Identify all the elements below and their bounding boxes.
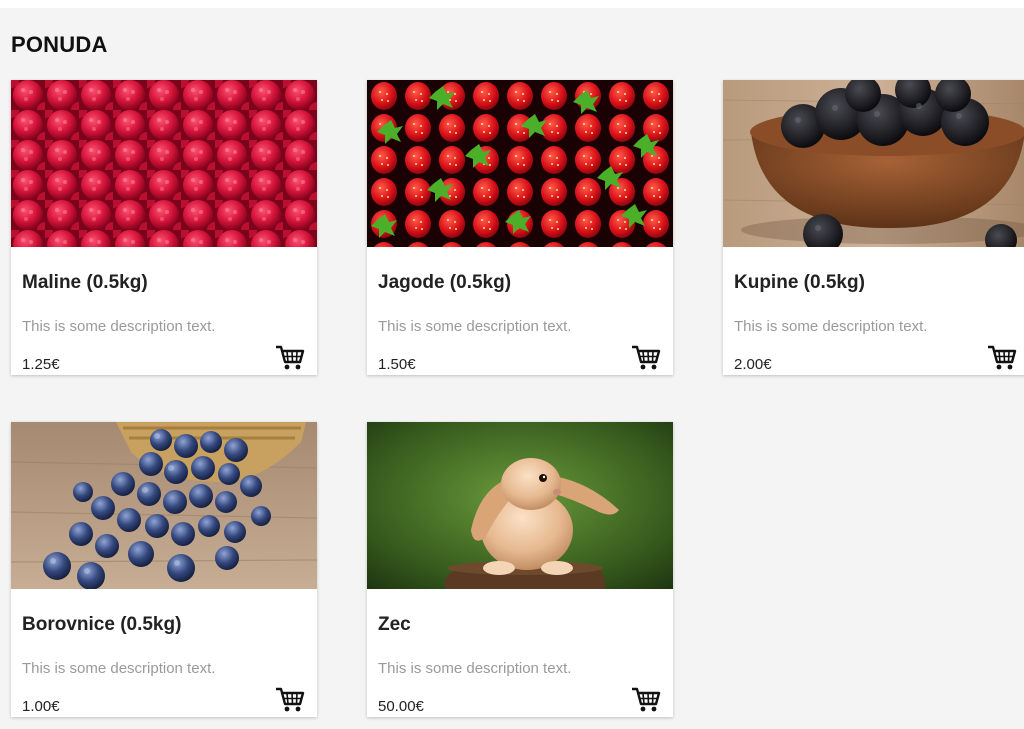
add-to-cart-button[interactable] (631, 345, 661, 371)
shopping-cart-icon (987, 345, 1017, 371)
product-card-borovnice[interactable]: Borovnice (0.5kg) This is some descripti… (11, 422, 317, 717)
product-title: Maline (0.5kg) (22, 272, 148, 293)
offer-page: PONUDA Maline (0.5kg) This is some descr… (0, 8, 1024, 729)
product-price: 1.00€ (22, 698, 60, 715)
product-image-rabbit[interactable] (367, 422, 673, 589)
product-title: Zec (378, 614, 411, 635)
add-to-cart-button[interactable] (275, 687, 305, 713)
product-image-blackberries[interactable] (723, 80, 1024, 247)
product-card-jagode[interactable]: Jagode (0.5kg) This is some description … (367, 80, 673, 375)
product-description: This is some description text. (378, 660, 572, 677)
shopping-cart-icon (631, 687, 661, 713)
product-price: 1.50€ (378, 356, 416, 373)
shopping-cart-icon (631, 345, 661, 371)
product-description: This is some description text. (22, 660, 216, 677)
product-card-zec[interactable]: Zec This is some description text. 50.00… (367, 422, 673, 717)
shopping-cart-icon (275, 687, 305, 713)
product-image-raspberries[interactable] (11, 80, 317, 247)
product-description: This is some description text. (378, 318, 572, 335)
product-description: This is some description text. (734, 318, 928, 335)
product-image-blueberries[interactable] (11, 422, 317, 589)
shopping-cart-icon (275, 345, 305, 371)
add-to-cart-button[interactable] (275, 345, 305, 371)
product-price: 50.00€ (378, 698, 424, 715)
product-title: Borovnice (0.5kg) (22, 614, 182, 635)
page-title: PONUDA (11, 32, 108, 57)
product-description: This is some description text. (22, 318, 216, 335)
product-image-strawberries[interactable] (367, 80, 673, 247)
product-card-maline[interactable]: Maline (0.5kg) This is some description … (11, 80, 317, 375)
product-title: Jagode (0.5kg) (378, 272, 512, 293)
product-card-kupine[interactable]: Kupine (0.5kg) This is some description … (723, 80, 1024, 375)
add-to-cart-button[interactable] (987, 345, 1017, 371)
add-to-cart-button[interactable] (631, 687, 661, 713)
product-title: Kupine (0.5kg) (734, 272, 865, 293)
product-price: 1.25€ (22, 356, 60, 373)
product-price: 2.00€ (734, 356, 772, 373)
